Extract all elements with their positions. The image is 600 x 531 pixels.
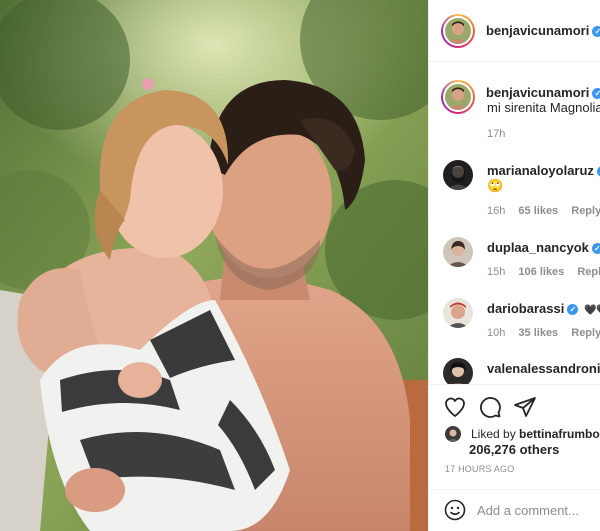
verified-badge-icon: ✓ [592, 26, 600, 37]
reply-button[interactable]: Reply [571, 205, 600, 217]
comment-text: 🙄 [487, 178, 504, 193]
comment-age: 16h [487, 205, 506, 217]
likes-count[interactable]: 206,276 others [469, 442, 559, 457]
comment-likes[interactable]: 65 likes [518, 205, 558, 217]
author-avatar[interactable] [441, 14, 475, 48]
post-photo[interactable] [0, 0, 428, 531]
liked-by-prefix: Liked by [471, 427, 516, 441]
liked-by-text: Liked by bettinafrumbo [471, 427, 600, 441]
commenter-avatar[interactable] [443, 298, 473, 328]
comment-icon[interactable] [478, 395, 502, 419]
comment-text: 🖤🖤 [583, 305, 600, 316]
share-icon[interactable] [513, 395, 537, 419]
comment-meta: 10h 35 likes Reply [487, 327, 600, 339]
comment-meta: 16h 65 likes Reply [487, 205, 600, 217]
post-actions: Liked by bettinafrumbo 206,276 others 17… [429, 384, 600, 489]
commenter-avatar[interactable] [443, 237, 473, 267]
commenter-username[interactable]: marianaloyolaruz✓ [487, 163, 600, 178]
post-timestamp[interactable]: 17 HOURS AGO [445, 464, 514, 474]
verified-badge-icon: ✓ [591, 243, 600, 254]
comments-list[interactable]: benjavicunamori✓ mi sirenita Magnolia 17… [429, 62, 600, 384]
caption-author-avatar[interactable] [441, 80, 475, 114]
caption-age: 17h [487, 128, 506, 140]
comment-likes[interactable]: 35 likes [518, 327, 558, 339]
commenter-avatar[interactable] [443, 160, 473, 190]
caption-text: mi sirenita Magnolia [487, 100, 600, 115]
heart-icon[interactable] [443, 395, 467, 419]
verified-badge-icon: ✓ [592, 88, 600, 99]
comment-age: 15h [487, 266, 506, 278]
comment-input[interactable] [477, 500, 597, 520]
commenter-username[interactable]: duplaa_nancyok✓ ♥ [487, 240, 600, 255]
commenter-username[interactable]: valenalessandroni M [487, 361, 600, 376]
commenter-username[interactable]: dariobarassi✓ 🖤🖤 [487, 301, 600, 316]
reply-button[interactable]: Reply [577, 266, 600, 278]
post-header: benjavicunamori✓ [429, 0, 600, 62]
comment-age: 10h [487, 327, 506, 339]
author-username[interactable]: benjavicunamori✓ [486, 23, 600, 38]
liked-by-user[interactable]: bettinafrumbo [519, 427, 600, 441]
verified-badge-icon: ✓ [567, 304, 579, 315]
comment-likes[interactable]: 106 likes [518, 266, 564, 278]
emoji-icon[interactable] [443, 498, 467, 522]
post-sidebar: benjavicunamori✓ benjavicunamori✓ mi sir… [428, 0, 600, 531]
reply-button[interactable]: Reply [571, 327, 600, 339]
commenter-avatar[interactable] [443, 358, 473, 384]
caption-author-username[interactable]: benjavicunamori✓ [486, 85, 600, 100]
liker-avatar[interactable] [445, 426, 461, 442]
comment-bar [429, 489, 600, 531]
comment-meta: 15h 106 likes Reply [487, 266, 600, 278]
